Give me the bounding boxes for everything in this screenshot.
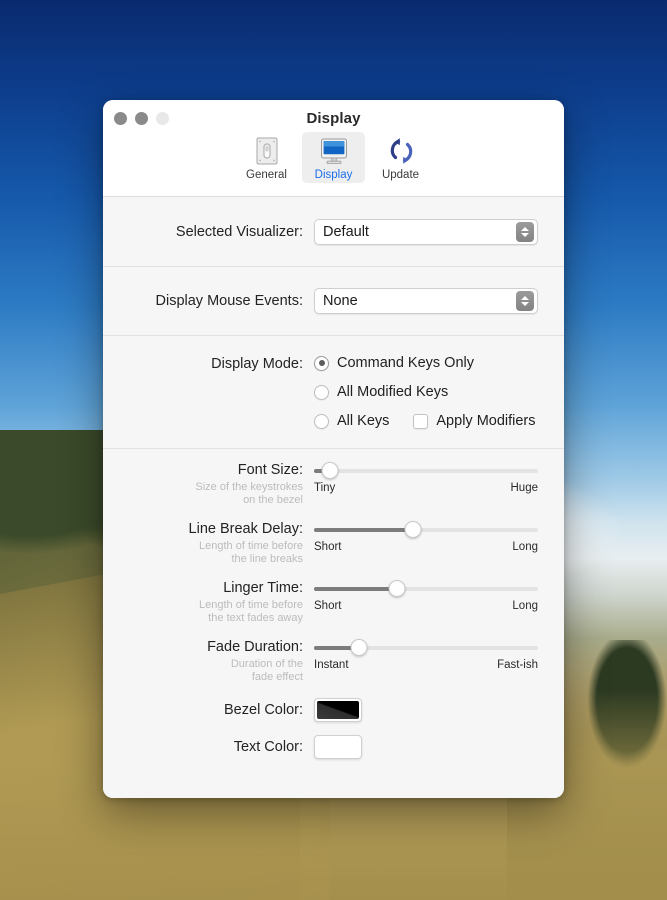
window-title: Display [306, 110, 361, 127]
slider-track-fill [314, 587, 397, 591]
refresh-arrows-icon [384, 135, 418, 167]
text-color-label: Text Color: [233, 739, 303, 755]
radio-command-keys-only-label: Command Keys Only [337, 355, 474, 371]
radio-button-icon [314, 413, 329, 429]
font-size-max-label: Huge [510, 482, 539, 494]
display-mouse-events-label: Display Mouse Events: [155, 293, 303, 309]
bezel-color-well[interactable] [314, 698, 362, 722]
row-fade-duration: Fade Duration: Duration of the fade effec… [125, 639, 542, 684]
display-mouse-events-popup[interactable]: None [314, 288, 538, 314]
checkbox-icon [413, 413, 429, 429]
preferences-toolbar: General Display Update [103, 132, 564, 183]
toolbar-item-display-label: Display [314, 169, 353, 181]
line-break-delay-min-label: Short [314, 541, 342, 553]
radio-all-modified-keys-label: All Modified Keys [337, 384, 449, 400]
line-break-delay-sublabel: Length of time before the line breaks [199, 540, 303, 565]
slider-track [314, 469, 538, 473]
chevron-updown-icon [516, 222, 534, 242]
linger-time-slider[interactable] [314, 580, 538, 598]
toolbar-item-update-label: Update [381, 169, 420, 181]
toolbar-item-display[interactable]: Display [302, 132, 365, 183]
display-mouse-events-value: None [323, 293, 358, 309]
fade-duration-slider[interactable] [314, 639, 538, 657]
selected-visualizer-label: Selected Visualizer: [175, 224, 303, 240]
toolbar-item-general[interactable]: General [235, 132, 298, 183]
row-linger-time: Linger Time: Length of time before the te… [125, 580, 542, 625]
preferences-content: Selected Visualizer: Default Display Mou… [103, 197, 564, 798]
font-size-slider[interactable] [314, 462, 538, 480]
radio-command-keys-only[interactable]: Command Keys Only [314, 355, 536, 371]
selected-visualizer-popup[interactable]: Default [314, 219, 538, 245]
toolbar-item-update[interactable]: Update [369, 132, 432, 183]
selected-visualizer-value: Default [323, 224, 369, 240]
fade-duration-min-label: Instant [314, 659, 349, 671]
radio-all-modified-keys[interactable]: All Modified Keys [314, 384, 536, 400]
fade-duration-max-label: Fast-ish [497, 659, 538, 671]
display-preferences-window: Display General Display Update Selected … [103, 100, 564, 798]
font-size-sublabel: Size of the keystrokes on the bezel [195, 481, 303, 506]
radio-all-keys[interactable]: All Keys [314, 413, 389, 429]
slider-thumb[interactable] [404, 521, 422, 538]
radio-button-icon [314, 384, 329, 400]
display-mode-label: Display Mode: [211, 356, 303, 372]
line-break-delay-slider[interactable] [314, 521, 538, 539]
toolbar-item-general-label: General [246, 169, 287, 181]
row-font-size: Font Size: Size of the keystrokes on the … [125, 462, 542, 507]
text-color-swatch [317, 738, 359, 756]
linger-time-label: Linger Time: [223, 580, 303, 596]
row-display-mouse-events: Display Mouse Events: None [103, 267, 564, 335]
radio-button-icon [314, 355, 329, 371]
font-size-min-label: Tiny [314, 482, 336, 494]
line-break-delay-max-label: Long [512, 541, 538, 553]
chevron-updown-icon [516, 291, 534, 311]
line-break-delay-label: Line Break Delay: [188, 521, 303, 537]
group-display-mode: Display Mode: Command Keys Only All Modi… [103, 336, 564, 448]
linger-time-min-label: Short [314, 600, 342, 612]
linger-time-max-label: Long [512, 600, 538, 612]
fade-duration-label: Fade Duration: [207, 639, 303, 655]
font-size-label: Font Size: [237, 462, 303, 478]
row-bezel-color: Bezel Color: [125, 698, 542, 722]
checkbox-apply-modifiers[interactable]: Apply Modifiers [413, 413, 536, 429]
slider-thumb[interactable] [388, 580, 406, 597]
bezel-color-label: Bezel Color: [224, 702, 303, 718]
row-text-color: Text Color: [125, 735, 542, 759]
switchplate-icon [250, 135, 284, 167]
radio-all-keys-label: All Keys [337, 413, 390, 429]
text-color-well[interactable] [314, 735, 362, 759]
window-titlebar: Display General Display Update [103, 100, 564, 197]
checkbox-apply-modifiers-label: Apply Modifiers [436, 413, 536, 429]
fade-duration-sublabel: Duration of the fade effect [230, 658, 303, 683]
slider-thumb[interactable] [350, 639, 368, 656]
slider-thumb[interactable] [321, 462, 339, 479]
group-sliders: Font Size: Size of the keystrokes on the … [103, 449, 564, 759]
row-selected-visualizer: Selected Visualizer: Default [103, 197, 564, 266]
slider-track-fill [314, 528, 413, 532]
bezel-color-swatch [317, 701, 359, 719]
row-line-break-delay: Line Break Delay: Length of time before t… [125, 521, 542, 566]
linger-time-sublabel: Length of time before the text fades away [199, 599, 303, 624]
monitor-icon [317, 135, 351, 167]
